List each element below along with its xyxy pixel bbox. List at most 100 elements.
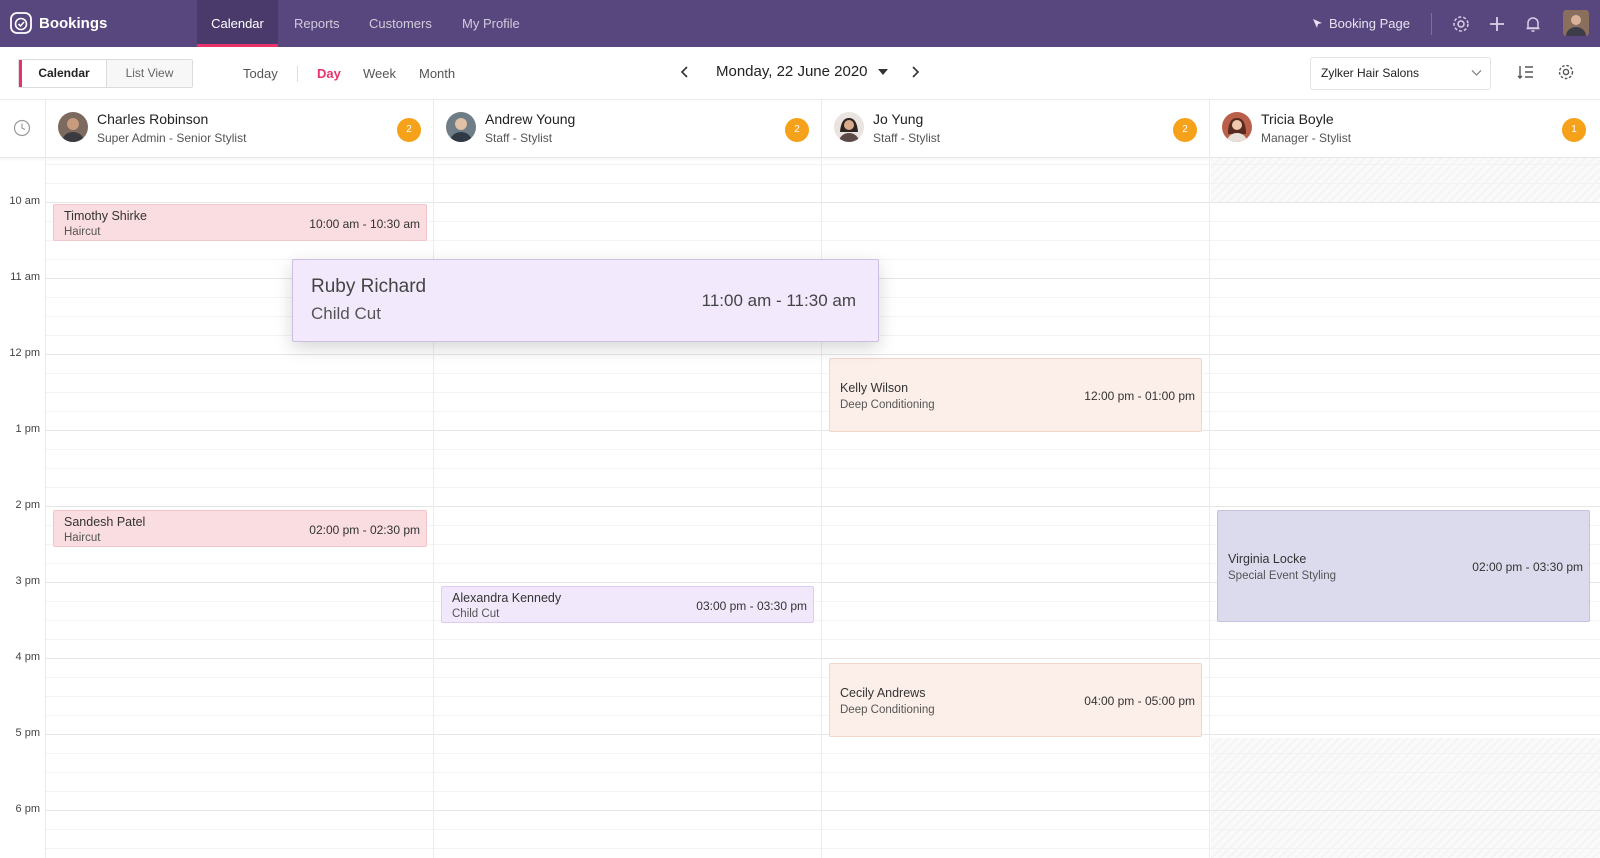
dragging-appointment-card[interactable]: Ruby Richard Child Cut 11:00 am - 11:30 … [292,259,879,342]
appointment-time: 10:00 am - 10:30 am [309,217,420,231]
day-range-button[interactable]: Day [317,66,341,81]
nav-tab-customers[interactable]: Customers [369,0,432,47]
bell-icon[interactable] [1523,14,1543,34]
column-divider [1209,158,1210,858]
time-label: 1 pm [15,423,40,435]
time-label: 10 am [9,195,40,207]
appointment-time: 04:00 pm - 05:00 pm [1084,694,1195,708]
hour-line [46,430,1600,431]
appointment-service: Deep Conditioning [840,704,935,716]
half-hour-line [46,411,1600,412]
appointment-time: 03:00 pm - 03:30 pm [696,599,807,613]
hour-line [46,506,1600,507]
chevron-left-icon[interactable] [679,65,691,79]
hour-line [46,354,1600,355]
appointment-card[interactable]: Alexandra Kennedy Child Cut 03:00 pm - 0… [441,586,814,623]
brand-name: Bookings [39,14,108,32]
bookings-logo-icon [10,12,32,34]
week-range-button[interactable]: Week [363,66,396,81]
view-toggle: Calendar List View [18,59,193,88]
time-label: 2 pm [15,499,40,511]
appointment-card[interactable]: Cecily Andrews Deep Conditioning 04:00 p… [829,663,1202,737]
list-view-button[interactable]: List View [106,60,192,87]
staff-column-header[interactable]: Tricia Boyle Manager - Stylist 1 [1210,100,1598,158]
organization-name: Zylker Hair Salons [1321,66,1420,80]
brand[interactable]: Bookings [9,11,107,35]
appointment-count-badge: 1 [1562,118,1586,142]
nav-tab-calendar[interactable]: Calendar [197,0,278,47]
dragging-appointment-customer: Ruby Richard [311,276,427,297]
settings-gear-icon[interactable] [1557,63,1575,81]
half-hour-line [46,639,1600,640]
user-avatar-icon [1563,10,1589,36]
half-hour-line [46,772,1600,773]
half-hour-line [46,677,1600,678]
staff-column-header[interactable]: Andrew Young Staff - Stylist 2 [434,100,822,158]
nav-tab-reports[interactable]: Reports [294,0,340,47]
half-hour-line [46,449,1600,450]
staff-header-row: Charles Robinson Super Admin - Senior St… [0,100,1600,158]
user-avatar[interactable] [1563,10,1589,36]
sort-list-icon[interactable] [1517,63,1535,81]
time-label: 6 pm [15,803,40,815]
staff-role: Staff - Stylist [485,131,553,145]
chevron-right-icon[interactable] [909,65,921,79]
half-hour-line [46,829,1600,830]
staff-column-header[interactable]: Jo Yung Staff - Stylist 2 [822,100,1210,158]
appointment-card[interactable]: Sandesh Patel Haircut 02:00 pm - 02:30 p… [53,510,427,547]
appointment-service: Haircut [64,226,101,238]
nav-tab-my-profile[interactable]: My Profile [462,0,520,47]
time-label: 3 pm [15,575,40,587]
time-header-cell [0,100,46,158]
half-hour-line [46,487,1600,488]
plus-icon[interactable] [1487,14,1507,34]
person-avatar-icon [1222,112,1252,142]
half-hour-line [46,753,1600,754]
staff-role: Manager - Stylist [1261,131,1352,145]
half-hour-line [46,183,1600,184]
appointment-count-badge: 2 [397,118,421,142]
time-label: 5 pm [15,727,40,739]
staff-name: Tricia Boyle [1261,111,1334,127]
staff-name: Charles Robinson [97,111,209,127]
appointment-time: 02:00 pm - 02:30 pm [309,523,420,537]
hour-line [46,658,1600,659]
appointment-time: 02:00 pm - 03:30 pm [1472,560,1583,574]
staff-avatar [58,112,88,142]
half-hour-line [46,791,1600,792]
half-hour-line [46,715,1600,716]
half-hour-line [46,392,1600,393]
staff-role: Super Admin - Senior Stylist [97,131,247,145]
time-label: 11 am [10,271,40,283]
half-hour-line [46,164,1600,165]
organization-select[interactable]: Zylker Hair Salons [1310,57,1491,90]
calendar-toolbar: Calendar List View Today Day Week Month … [0,47,1600,100]
appointment-customer: Sandesh Patel [64,515,146,529]
month-range-button[interactable]: Month [419,66,455,81]
half-hour-line [46,696,1600,697]
cursor-click-icon [1313,18,1322,28]
appointment-customer: Timothy Shirke [64,209,147,223]
unavailable-slot [1211,738,1600,858]
staff-column-header[interactable]: Charles Robinson Super Admin - Senior St… [46,100,434,158]
gear-icon[interactable] [1451,14,1471,34]
calendar-view-button[interactable]: Calendar [19,60,106,87]
nav-divider [1431,13,1432,35]
staff-role: Staff - Stylist [873,131,941,145]
appointment-customer: Alexandra Kennedy [452,591,562,605]
caret-down-icon [877,69,888,76]
time-label: 4 pm [15,651,40,663]
today-button[interactable]: Today [243,66,278,81]
time-column-border [45,158,46,858]
appointment-card[interactable]: Kelly Wilson Deep Conditioning 12:00 pm … [829,358,1202,432]
appointment-card[interactable]: Timothy Shirke Haircut 10:00 am - 10:30 … [53,204,427,241]
toolbar-divider [297,66,298,82]
booking-page-link[interactable]: Booking Page [1311,0,1410,47]
current-date-picker[interactable]: Monday, 22 June 2020 [716,63,888,80]
staff-avatar [834,112,864,142]
chevron-down-icon [1471,70,1482,76]
appointment-card[interactable]: Virginia Locke Special Event Styling 02:… [1217,510,1590,622]
staff-avatar [1222,112,1252,142]
dragging-appointment-service: Child Cut [311,304,381,323]
appointment-count-badge: 2 [785,118,809,142]
